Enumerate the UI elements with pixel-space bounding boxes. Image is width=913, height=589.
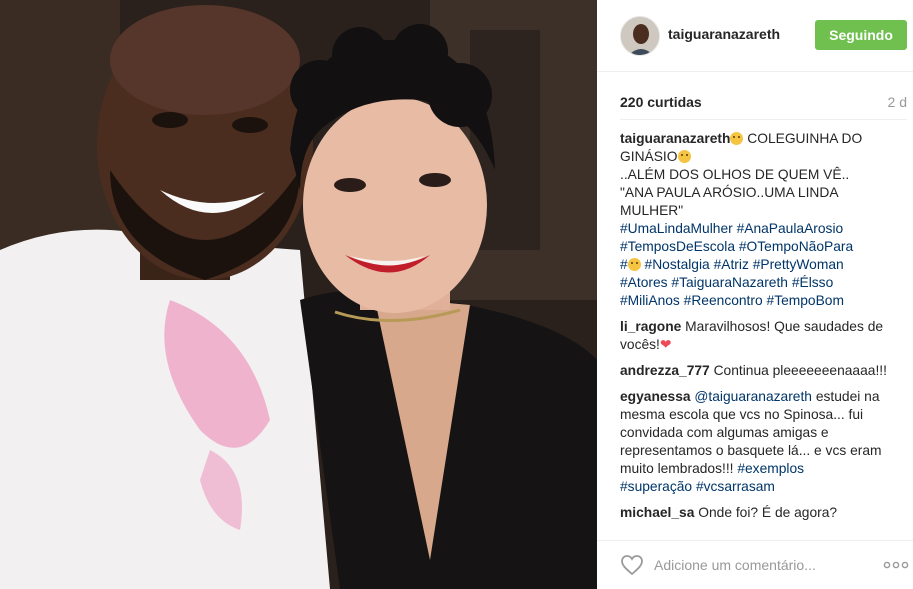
post-username[interactable]: taiguaranazareth <box>668 26 780 42</box>
avatar-image <box>621 17 659 55</box>
caption-text: GINÁSIO <box>620 149 678 164</box>
comment-input[interactable] <box>654 553 869 577</box>
likes-count[interactable]: 220 curtidas <box>620 94 702 110</box>
hashtag[interactable]: #TaiguaraNazareth <box>671 275 788 290</box>
hashtag[interactable]: #superação <box>620 479 692 494</box>
heart-outline-icon[interactable] <box>620 553 644 577</box>
caption-text: MULHER" <box>620 203 684 218</box>
hashtag[interactable]: #MiliAnos <box>620 293 680 308</box>
selfie-illustration <box>0 0 597 589</box>
post-header: taiguaranazareth Seguindo <box>597 0 913 72</box>
caption-text: "ANA PAULA ARÓSIO..UMA LINDA <box>620 185 839 200</box>
following-button[interactable]: Seguindo <box>815 20 907 50</box>
comment-item: michael_sa Onde foi? É de agora? <box>620 504 910 522</box>
comment-username[interactable]: andrezza_777 <box>620 363 710 378</box>
hashtag[interactable]: #Nostalgia <box>645 257 710 272</box>
divider <box>620 119 907 120</box>
hashtag[interactable]: #UmaLindaMulher <box>620 221 733 236</box>
hashtag-text: # <box>620 257 628 272</box>
hashtag[interactable]: # <box>620 257 641 272</box>
post-footer <box>597 540 913 589</box>
comment-item: andrezza_777 Continua pleeeeeeenaaaa!!! <box>620 362 910 380</box>
hashtag[interactable]: #vcsarrasam <box>696 479 775 494</box>
smiling-face-icon <box>627 258 641 271</box>
hashtag[interactable]: #TempoBom <box>767 293 844 308</box>
caption-text: COLEGUINHA DO <box>743 131 863 146</box>
comment-text: Onde foi? É de agora? <box>694 505 838 520</box>
smiling-face-icon <box>677 150 691 163</box>
post-stats: 220 curtidas 2 d <box>597 72 913 120</box>
post-photo[interactable] <box>0 0 597 589</box>
comment-username[interactable]: michael_sa <box>620 505 694 520</box>
hashtag[interactable]: #PrettyWoman <box>753 257 844 272</box>
more-options-icon[interactable] <box>882 555 910 575</box>
comment-item: egyanessa @taiguaranazareth estudei na m… <box>620 388 910 496</box>
red-heart-icon: ❤ <box>659 337 672 352</box>
hashtag[interactable]: #Reencontro <box>684 293 763 308</box>
hashtag[interactable]: #Élsso <box>792 275 833 290</box>
comment-item: li_ragone Maravilhosos! Que saudades de … <box>620 318 910 354</box>
caption: taiguaranazareth COLEGUINHA DO GINÁSIO .… <box>620 130 910 310</box>
hashtag[interactable]: #Atores <box>620 275 668 290</box>
hashtag[interactable]: #TemposDeEscola <box>620 239 735 254</box>
caption-text: ..ALÉM DOS OLHOS DE QUEM VÊ.. <box>620 167 850 182</box>
hashtag[interactable]: #AnaPaulaArosio <box>737 221 844 236</box>
hashtag[interactable]: #exemplos <box>737 461 804 476</box>
hashtag[interactable]: #Atriz <box>714 257 749 272</box>
comment-list[interactable]: taiguaranazareth COLEGUINHA DO GINÁSIO .… <box>620 130 910 533</box>
avatar[interactable] <box>620 16 660 56</box>
comment-text: Continua pleeeeeeenaaaa!!! <box>709 363 887 378</box>
caption-username[interactable]: taiguaranazareth <box>620 131 730 146</box>
post-age[interactable]: 2 d <box>888 94 907 110</box>
comment-username[interactable]: egyanessa <box>620 389 691 404</box>
post-sidebar: taiguaranazareth Seguindo 220 curtidas 2… <box>597 0 913 589</box>
mention-link[interactable]: @taiguaranazareth <box>694 389 812 404</box>
hashtag[interactable]: #OTempoNãoPara <box>739 239 853 254</box>
comment-username[interactable]: li_ragone <box>620 319 681 334</box>
grinning-face-icon <box>730 132 744 145</box>
